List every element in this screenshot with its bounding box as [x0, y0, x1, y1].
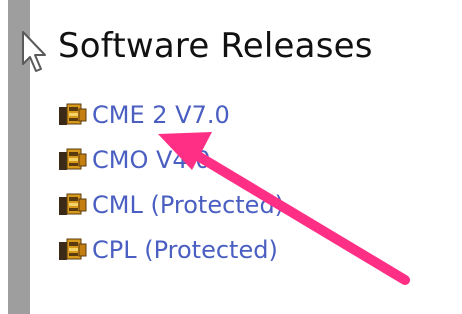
release-list: CME 2 V7.0 CMO V4.0 CML (Protected) CPL … [58, 92, 284, 272]
release-item[interactable]: CMO V4.0 [58, 137, 284, 182]
release-item[interactable]: CML (Protected) [58, 182, 284, 227]
release-item[interactable]: CME 2 V7.0 [58, 92, 284, 137]
package-icon [59, 238, 87, 260]
software-releases-page: Software Releases CME 2 V7.0 CMO V4.0 CM… [0, 0, 462, 314]
release-link-cpl-protected[interactable]: CPL (Protected) [92, 235, 278, 265]
page-title: Software Releases [58, 26, 373, 66]
release-link-cmo-v4[interactable]: CMO V4.0 [92, 145, 211, 175]
release-item[interactable]: CPL (Protected) [58, 227, 284, 272]
release-link-cme-2-v7[interactable]: CME 2 V7.0 [92, 100, 230, 130]
package-icon [59, 103, 87, 125]
package-icon [59, 193, 87, 215]
mouse-pointer-icon [22, 31, 46, 72]
release-link-cml-protected[interactable]: CML (Protected) [92, 190, 284, 220]
package-icon [59, 148, 87, 170]
